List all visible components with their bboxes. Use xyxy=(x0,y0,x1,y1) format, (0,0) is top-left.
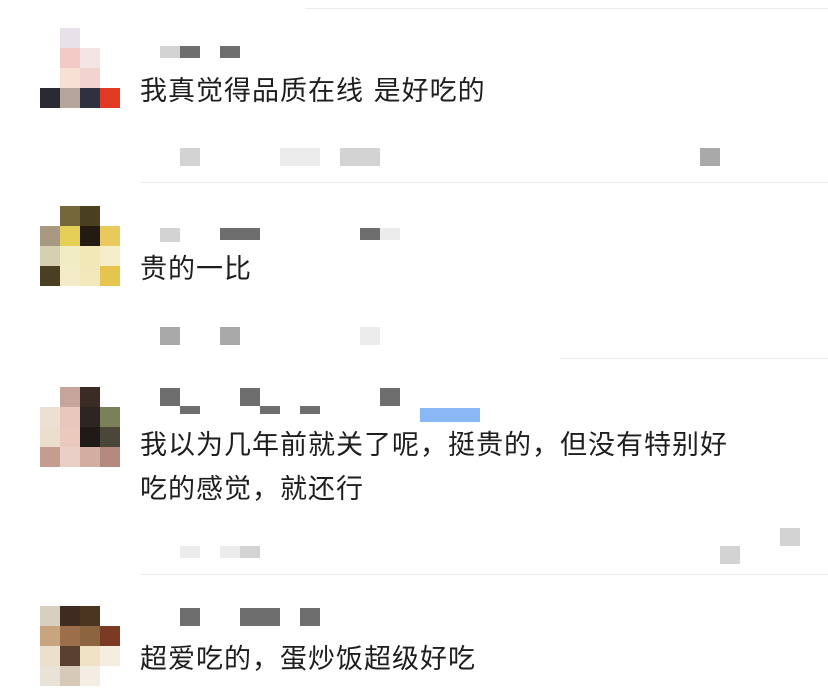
comment-text: 超爱吃的，蛋炒饭超级好吃 xyxy=(140,644,476,675)
like-icon[interactable] xyxy=(700,148,720,166)
blurred-name-block xyxy=(300,608,320,626)
blurred-name-block xyxy=(360,228,380,240)
blurred-badge xyxy=(420,408,480,422)
blurred-name-block xyxy=(180,608,200,626)
blurred-meta-block xyxy=(180,148,200,166)
divider xyxy=(140,574,828,575)
blurred-meta-block xyxy=(340,148,380,166)
blurred-name-block xyxy=(240,608,280,626)
comment-text: 我以为几年前就关了呢，挺贵的，但没有特别好 吃的感觉，就还行 xyxy=(140,430,728,505)
avatar[interactable] xyxy=(40,206,120,286)
blurred-name-block xyxy=(260,406,280,414)
blurred-name-block xyxy=(180,46,200,58)
blurred-name-block xyxy=(380,388,400,406)
blurred-name-block xyxy=(220,228,260,240)
blurred-meta-block xyxy=(180,546,200,558)
comment-text: 贵的一比 xyxy=(140,254,252,285)
blurred-meta-block xyxy=(240,546,260,558)
blurred-name-block xyxy=(300,406,320,414)
blurred-meta-block xyxy=(360,327,380,345)
blurred-name-block xyxy=(160,228,180,242)
blurred-name-block xyxy=(160,388,180,406)
blurred-meta-block xyxy=(160,327,180,345)
blurred-name-block xyxy=(220,46,240,58)
avatar[interactable] xyxy=(40,387,120,467)
comment-text: 我真觉得品质在线 是好吃的 xyxy=(140,76,486,107)
divider-top xyxy=(305,8,828,9)
blurred-name-block xyxy=(380,228,400,240)
blurred-meta-block xyxy=(220,546,240,558)
blurred-meta-block xyxy=(220,327,240,345)
avatar[interactable] xyxy=(40,606,120,686)
like-icon[interactable] xyxy=(720,546,740,564)
blurred-meta-block xyxy=(280,148,320,166)
reply-icon[interactable] xyxy=(780,528,800,546)
divider xyxy=(140,182,828,183)
divider xyxy=(560,358,828,359)
blurred-name-block xyxy=(240,388,260,406)
blurred-name-block xyxy=(180,406,200,414)
blurred-name-block xyxy=(160,46,180,58)
avatar[interactable] xyxy=(40,28,120,108)
